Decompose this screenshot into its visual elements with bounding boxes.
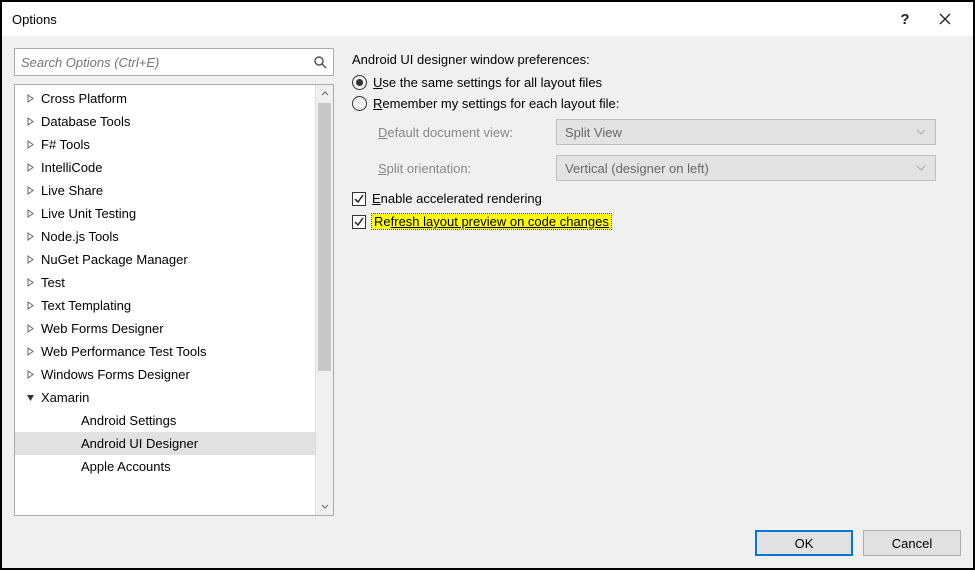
tree-item[interactable]: Test [15, 271, 333, 294]
tree-item[interactable]: Web Performance Test Tools [15, 340, 333, 363]
tree-item-label: IntelliCode [41, 160, 102, 175]
checkbox-icon [352, 192, 366, 206]
radio-remember-settings[interactable]: Remember my settings for each layout fil… [352, 96, 961, 111]
expand-right-icon[interactable] [23, 230, 37, 244]
search-input[interactable] [21, 55, 313, 70]
tree-item-label: Live Share [41, 183, 103, 198]
button-row: OK Cancel [14, 516, 961, 556]
field-default-document-view: Default document view: Split View [378, 119, 961, 145]
window-title: Options [12, 12, 885, 27]
tree-item-label: F# Tools [41, 137, 90, 152]
tree-item[interactable]: F# Tools [15, 133, 333, 156]
chevron-down-icon [915, 126, 927, 138]
tree-item[interactable]: Live Share [15, 179, 333, 202]
expand-right-icon[interactable] [23, 299, 37, 313]
checkbox-label: Enable accelerated rendering [372, 191, 542, 206]
titlebar: Options ? [2, 2, 973, 36]
tree-item-label: Web Performance Test Tools [41, 344, 206, 359]
expand-right-icon[interactable] [23, 207, 37, 221]
dropdown-value: Vertical (designer on left) [565, 161, 709, 176]
prefs-heading: Android UI designer window preferences: [352, 52, 961, 67]
tree-item[interactable]: Android UI Designer [15, 432, 333, 455]
tree-item-label: Live Unit Testing [41, 206, 136, 221]
tree-item-label: Test [41, 275, 65, 290]
tree-item[interactable]: Cross Platform [15, 87, 333, 110]
radio-icon [352, 75, 367, 90]
tree-item-label: Apple Accounts [81, 459, 171, 474]
tree-item[interactable]: Node.js Tools [15, 225, 333, 248]
tree-indent [63, 437, 77, 451]
scroll-down-button[interactable] [316, 497, 333, 515]
checkbox-accelerated-rendering[interactable]: Enable accelerated rendering [352, 191, 961, 206]
scroll-up-button[interactable] [316, 85, 333, 103]
close-icon [939, 13, 951, 25]
radio-icon [352, 96, 367, 111]
field-label: Default document view: [378, 125, 548, 140]
radio-label: Use the same settings for all layout fil… [373, 75, 602, 90]
cancel-button[interactable]: Cancel [863, 530, 961, 556]
tree-item-label: Xamarin [41, 390, 89, 405]
content-wrap: Cross Platform Database Tools F# Tools Inte… [2, 36, 973, 568]
tree: Cross Platform Database Tools F# Tools Inte… [15, 85, 333, 515]
tree-item-label: Text Templating [41, 298, 131, 313]
tree-item-label: Node.js Tools [41, 229, 119, 244]
search-box[interactable] [14, 48, 334, 76]
expand-right-icon[interactable] [23, 368, 37, 382]
tree-item-label: Android UI Designer [81, 436, 198, 451]
tree-item[interactable]: Apple Accounts [15, 455, 333, 478]
tree-item[interactable]: Windows Forms Designer [15, 363, 333, 386]
scroll-rail[interactable] [316, 103, 333, 497]
close-button[interactable] [925, 4, 965, 34]
expand-right-icon[interactable] [23, 253, 37, 267]
checkbox-label: Refresh layout preview on code changes [372, 214, 611, 229]
expand-right-icon[interactable] [23, 161, 37, 175]
tree-item[interactable]: Text Templating [15, 294, 333, 317]
right-panel: Android UI designer window preferences: … [352, 48, 961, 516]
tree-item-label: Web Forms Designer [41, 321, 164, 336]
tree-container: Cross Platform Database Tools F# Tools Inte… [14, 84, 334, 516]
ok-button[interactable]: OK [755, 530, 853, 556]
main-row: Cross Platform Database Tools F# Tools Inte… [14, 48, 961, 516]
tree-item[interactable]: Xamarin [15, 386, 333, 409]
tree-item[interactable]: Live Unit Testing [15, 202, 333, 225]
tree-indent [63, 460, 77, 474]
tree-indent [63, 414, 77, 428]
tree-item-label: Windows Forms Designer [41, 367, 190, 382]
help-button[interactable]: ? [885, 4, 925, 34]
tree-item[interactable]: Android Settings [15, 409, 333, 432]
tree-item[interactable]: Web Forms Designer [15, 317, 333, 340]
dropdown-split-orientation[interactable]: Vertical (designer on left) [556, 155, 936, 181]
expand-right-icon[interactable] [23, 138, 37, 152]
dropdown-default-document-view[interactable]: Split View [556, 119, 936, 145]
expand-right-icon[interactable] [23, 345, 37, 359]
expand-right-icon[interactable] [23, 184, 37, 198]
expand-right-icon[interactable] [23, 276, 37, 290]
tree-item-label: Android Settings [81, 413, 176, 428]
field-split-orientation: Split orientation: Vertical (designer on… [378, 155, 961, 181]
chevron-down-icon [915, 162, 927, 174]
expand-right-icon[interactable] [23, 115, 37, 129]
tree-item[interactable]: NuGet Package Manager [15, 248, 333, 271]
tree-item-label: NuGet Package Manager [41, 252, 188, 267]
search-icon [313, 55, 327, 69]
checkbox-refresh-layout-preview[interactable]: Refresh layout preview on code changes [352, 214, 961, 229]
tree-item[interactable]: IntelliCode [15, 156, 333, 179]
radio-same-settings[interactable]: Use the same settings for all layout fil… [352, 75, 961, 90]
expand-right-icon[interactable] [23, 322, 37, 336]
expand-right-icon[interactable] [23, 92, 37, 106]
expand-down-icon[interactable] [23, 391, 37, 405]
radio-label: Remember my settings for each layout fil… [373, 96, 619, 111]
tree-item-label: Cross Platform [41, 91, 127, 106]
field-label: Split orientation: [378, 161, 548, 176]
tree-item[interactable]: Database Tools [15, 110, 333, 133]
dropdown-value: Split View [565, 125, 622, 140]
left-panel: Cross Platform Database Tools F# Tools Inte… [14, 48, 334, 516]
scrollbar[interactable] [315, 85, 333, 515]
tree-item-label: Database Tools [41, 114, 130, 129]
scroll-thumb[interactable] [318, 103, 331, 371]
checkbox-icon [352, 215, 366, 229]
